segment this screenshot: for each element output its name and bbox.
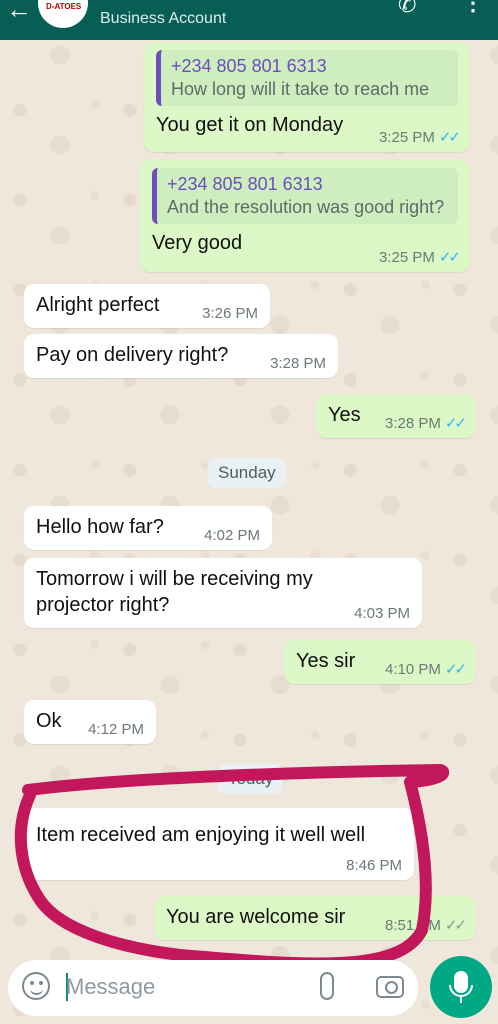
message-bubble-incoming[interactable]: Pay on delivery right? 3:28 PM [24, 334, 338, 378]
voice-message-button[interactable] [430, 956, 492, 1018]
message-time: 4:10 PM ✓✓ [384, 661, 467, 678]
message-text: Tomorrow i will be receiving my projecto… [36, 568, 313, 616]
microphone-stand [449, 985, 473, 997]
double-tick-icon: ✓✓ [438, 129, 461, 146]
message-time: 3:25 PM ✓✓ [378, 249, 461, 266]
quote-text: How long will it take to reach me [171, 79, 430, 99]
message-composer[interactable] [8, 960, 418, 1016]
message-bubble-outgoing[interactable]: Yes 3:28 PM ✓✓ [316, 394, 476, 438]
double-tick-icon: ✓✓ [444, 917, 467, 934]
date-chip: Today [218, 764, 284, 794]
camera-icon[interactable] [376, 976, 404, 998]
message-bubble-incoming[interactable]: Item received am enjoying it well well 8… [24, 808, 414, 880]
double-tick-icon: ✓✓ [438, 249, 461, 266]
attachment-icon[interactable] [320, 972, 334, 1000]
avatar[interactable]: D-ATOES [38, 0, 88, 28]
quote-author: +234 805 801 6313 [171, 56, 327, 76]
message-time: 8:46 PM [346, 857, 402, 874]
quoted-message[interactable]: +234 805 801 6313 And the resolution was… [152, 168, 458, 224]
emoji-icon[interactable] [22, 972, 50, 1000]
double-tick-icon: ✓✓ [444, 661, 467, 678]
message-bubble-outgoing[interactable]: Yes sir 4:10 PM ✓✓ [284, 640, 476, 684]
message-bubble-incoming[interactable]: Ok 4:12 PM [24, 700, 156, 744]
message-text: You get it on Monday [156, 114, 344, 136]
message-time: 3:26 PM [202, 305, 258, 322]
message-time: 3:28 PM [270, 355, 326, 372]
message-time: 3:28 PM ✓✓ [384, 415, 467, 432]
back-arrow-icon[interactable]: ← [6, 0, 32, 25]
chat-header: ← D-ATOES Business Account ✆ ⋮ [0, 0, 498, 40]
message-input[interactable] [66, 970, 296, 1004]
message-time: 4:12 PM [88, 721, 144, 738]
contact-subtitle: Business Account [100, 10, 227, 27]
message-bubble-outgoing[interactable]: +234 805 801 6313 How long will it take … [144, 42, 470, 152]
quoted-message[interactable]: +234 805 801 6313 How long will it take … [156, 50, 458, 106]
message-time: 8:51 PM ✓✓ [384, 917, 467, 934]
phone-icon[interactable]: ✆ [398, 0, 416, 18]
message-time: 4:02 PM [204, 527, 260, 544]
date-chip: Sunday [208, 458, 286, 488]
quote-author: +234 805 801 6313 [167, 174, 323, 194]
avatar-logo-text: D-ATOES [46, 2, 82, 11]
more-options-icon[interactable]: ⋮ [462, 0, 484, 16]
message-bubble-incoming[interactable]: Hello how far? 4:02 PM [24, 506, 272, 550]
message-bubble-outgoing[interactable]: You are welcome sir 8:51 PM ✓✓ [154, 896, 476, 940]
message-time: 4:03 PM [354, 605, 410, 622]
message-time: 3:25 PM ✓✓ [378, 129, 461, 146]
message-bubble-incoming[interactable]: Alright perfect 3:26 PM [24, 284, 270, 328]
message-bubble-outgoing[interactable]: +234 805 801 6313 And the resolution was… [140, 160, 470, 272]
quote-text: And the resolution was good right? [167, 197, 445, 217]
message-bubble-incoming[interactable]: Tomorrow i will be receiving my projecto… [24, 558, 422, 628]
message-text: Item received am enjoying it well well [36, 824, 366, 846]
double-tick-icon: ✓✓ [444, 415, 467, 432]
